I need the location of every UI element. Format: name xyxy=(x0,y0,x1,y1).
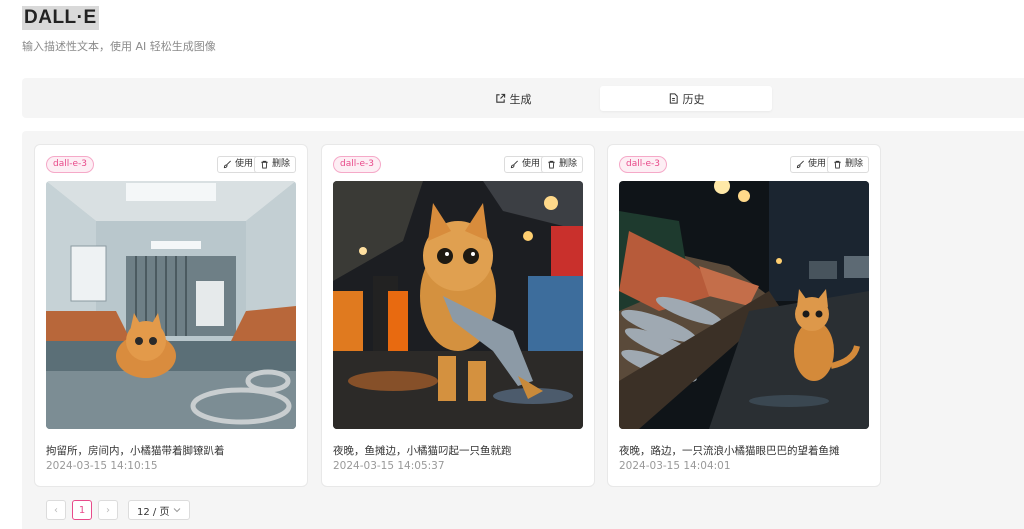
image-date: 2024-03-15 14:04:01 xyxy=(619,460,731,472)
use-label: 使用 xyxy=(521,159,540,169)
generated-image[interactable] xyxy=(46,181,296,429)
brush-icon xyxy=(510,160,518,169)
tab-history-label: 历史 xyxy=(682,92,705,106)
use-button[interactable]: 使用 xyxy=(503,156,546,173)
trash-icon xyxy=(261,160,268,169)
history-card: dall-e-3 使用 删除 xyxy=(607,144,881,487)
image-prompt: 夜晚，鱼摊边，小橘猫叼起一只鱼就跑 xyxy=(333,445,512,457)
tab-generate[interactable]: 生成 xyxy=(427,86,599,111)
next-page-button[interactable]: › xyxy=(98,500,118,520)
generated-image[interactable] xyxy=(333,181,583,429)
model-tag: dall-e-3 xyxy=(619,156,667,173)
page-title: DALL·E xyxy=(22,6,99,30)
model-tag: dall-e-3 xyxy=(46,156,94,173)
history-card: dall-e-3 使用 删除 xyxy=(321,144,595,487)
image-date: 2024-03-15 14:10:15 xyxy=(46,460,158,472)
tab-bar: 生成 历史 xyxy=(22,78,1024,118)
delete-button[interactable]: 删除 xyxy=(540,156,583,173)
document-icon xyxy=(669,93,678,104)
use-button[interactable]: 使用 xyxy=(216,156,259,173)
chevron-down-icon xyxy=(174,508,181,513)
tab-generate-label: 生成 xyxy=(509,92,532,106)
delete-button[interactable]: 删除 xyxy=(253,156,296,173)
page-size-value: 12 / 页 xyxy=(137,506,170,518)
image-prompt: 拘留所，房间内，小橘猫带着脚镣趴着 xyxy=(46,445,225,457)
tab-history[interactable]: 历史 xyxy=(600,86,772,111)
page-1-button[interactable]: 1 xyxy=(72,500,92,520)
brush-icon xyxy=(223,160,231,169)
delete-label: 删除 xyxy=(558,159,577,169)
use-label: 使用 xyxy=(234,159,253,169)
prev-page-button[interactable]: ‹ xyxy=(46,500,66,520)
use-button[interactable]: 使用 xyxy=(789,156,832,173)
page-subtitle: 输入描述性文本，使用 AI 轻松生成图像 xyxy=(22,40,216,53)
history-panel: dall-e-3 使用 删除 拘留所，房间内，小橘猫带着脚镣趴着 2024-03… xyxy=(22,131,1024,529)
model-tag: dall-e-3 xyxy=(333,156,381,173)
external-edit-icon xyxy=(495,93,505,103)
trash-icon xyxy=(548,160,555,169)
delete-button[interactable]: 删除 xyxy=(826,156,869,173)
pagination: ‹ 1 › 12 / 页 xyxy=(46,500,191,520)
image-date: 2024-03-15 14:05:37 xyxy=(333,460,445,472)
use-label: 使用 xyxy=(807,159,826,169)
delete-label: 删除 xyxy=(271,159,290,169)
brush-icon xyxy=(796,160,804,169)
trash-icon xyxy=(834,160,841,169)
generated-image[interactable] xyxy=(619,181,869,429)
history-card: dall-e-3 使用 删除 xyxy=(34,144,308,487)
image-prompt: 夜晚，路边，一只流浪小橘猫眼巴巴的望着鱼摊 xyxy=(619,445,840,457)
delete-label: 删除 xyxy=(844,159,863,169)
page-size-select[interactable]: 12 / 页 xyxy=(128,500,191,520)
